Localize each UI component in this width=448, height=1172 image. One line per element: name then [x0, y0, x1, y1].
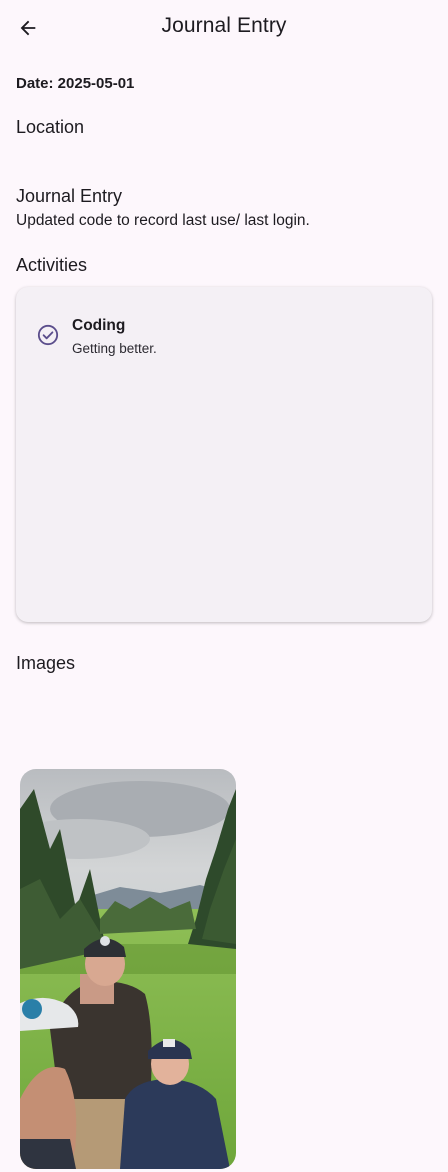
activity-item[interactable]: Coding Getting better. [16, 287, 432, 363]
images-heading: Images [16, 653, 76, 673]
activity-name: Coding [72, 317, 126, 334]
app-bar: Journal Entry [0, 0, 448, 56]
journal-entry-heading: Journal Entry [16, 186, 123, 206]
location-heading: Location [16, 117, 85, 137]
activity-description: Getting better. [72, 341, 157, 356]
journal-entry-text: Updated code to record last use/ last lo… [16, 212, 310, 229]
activities-heading: Activities [16, 255, 88, 275]
entry-date: Date: 2025-05-01 [16, 75, 135, 92]
entry-photo[interactable] [20, 769, 236, 1169]
check-circle-icon [37, 324, 59, 346]
activities-card: Coding Getting better. [16, 287, 432, 622]
page-title: Journal Entry [161, 14, 287, 37]
